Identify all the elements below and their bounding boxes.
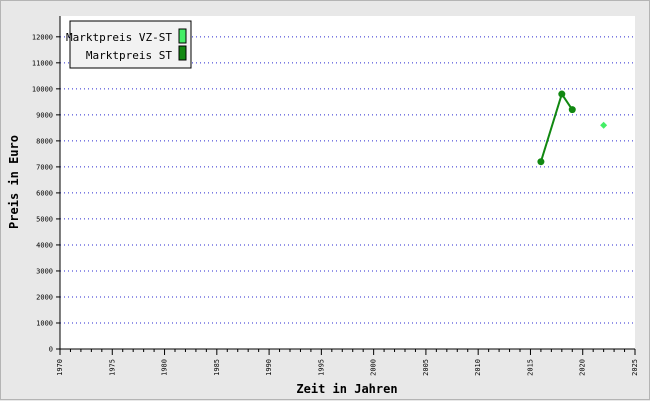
x-tick-label: 2020 (579, 359, 587, 376)
x-tick-label: 1995 (317, 359, 325, 376)
x-tick-label: 1985 (213, 359, 221, 376)
y-tick-label: 11000 (32, 59, 53, 67)
y-tick-label: 2000 (36, 293, 53, 301)
legend-swatch-st (178, 45, 187, 61)
chart-svg: 0 1000 2000 3000 4000 5000 6000 7000 8000 9000 100… (7, 16, 639, 396)
y-tick-label: 4000 (36, 241, 53, 249)
y-tick-label: 9000 (36, 111, 53, 119)
y-tick-label: 1000 (36, 319, 53, 327)
y-ticks: 0 1000 2000 3000 4000 5000 6000 7000 8000 9000 100… (32, 33, 60, 354)
x-tick-label: 2025 (631, 359, 639, 376)
y-axis-title: Preis in Euro (7, 135, 21, 229)
x-axis-title: Zeit in Jahren (296, 382, 397, 396)
y-tick-label: 5000 (36, 215, 53, 223)
x-tick-label: 1980 (161, 359, 169, 376)
x-tick-label: 1970 (56, 359, 64, 376)
data-point (568, 106, 576, 114)
y-tick-label: 6000 (36, 189, 53, 197)
y-tick-label: 8000 (36, 137, 53, 145)
legend-swatch-vz-st (178, 28, 187, 44)
x-tick-label: 2010 (474, 359, 482, 376)
y-tick-label: 3000 (36, 267, 53, 275)
legend-label-vz-st: Marktpreis VZ-ST (66, 31, 172, 44)
x-tick-label: 1990 (265, 359, 273, 376)
data-point (558, 90, 566, 98)
x-tick-label: 2005 (422, 359, 430, 376)
chart-frame: 0 1000 2000 3000 4000 5000 6000 7000 8000 9000 100… (0, 0, 650, 400)
y-tick-label: 7000 (36, 163, 53, 171)
y-tick-label: 10000 (32, 85, 53, 93)
y-tick-label: 0 (49, 346, 53, 354)
x-tick-label: 2015 (526, 359, 534, 376)
y-tick-label: 12000 (32, 33, 53, 41)
x-tick-label: 1975 (108, 359, 116, 376)
legend-label-st: Marktpreis ST (86, 49, 172, 62)
data-point (537, 158, 545, 166)
legend: Marktpreis VZ-ST Marktpreis ST (66, 20, 192, 69)
x-ticks: 1970 1975 1980 1985 1990 1995 2000 2005 2010 2015… (56, 349, 639, 376)
x-tick-label: 2000 (370, 359, 378, 376)
